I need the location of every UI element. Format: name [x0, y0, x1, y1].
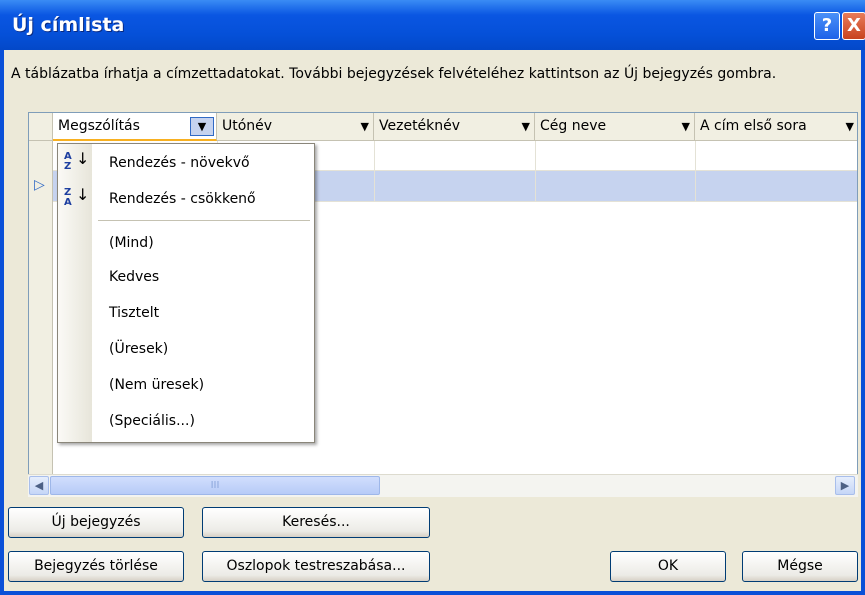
filter-dropdown-menu: AZ ↓ Rendezés - növekvő ZA ↓ Rendezés - … [57, 143, 315, 443]
help-button[interactable]: ? [814, 12, 840, 40]
column-header-address-line-1[interactable]: A cím első sora ▼ [695, 113, 857, 141]
customize-columns-button[interactable]: Oszlopok testreszabása... [202, 551, 430, 582]
scroll-left-icon[interactable]: ◀ [29, 476, 49, 495]
column-divider [695, 141, 696, 201]
row-selector-column [29, 141, 53, 496]
menu-separator [98, 220, 310, 221]
ok-button[interactable]: OK [610, 551, 726, 582]
menu-item-all[interactable]: (Mind) [58, 226, 314, 260]
dropdown-arrow-icon[interactable]: ▼ [522, 113, 530, 140]
search-button[interactable]: Keresés... [202, 507, 430, 538]
corner-header [29, 113, 53, 141]
delete-entry-button[interactable]: Bejegyzés törlése [8, 551, 184, 582]
dropdown-arrow-icon[interactable]: ▼ [190, 117, 214, 136]
column-header-company[interactable]: Cég neve ▼ [535, 113, 695, 141]
column-header-first-name[interactable]: Utónév ▼ [217, 113, 374, 141]
menu-item-sort-descending[interactable]: ZA ↓ Rendezés - csökkenő [58, 182, 314, 216]
column-header-label: Megszólítás [58, 118, 140, 134]
menu-item-label: Rendezés - csökkenő [109, 191, 256, 207]
dropdown-arrow-icon[interactable]: ▼ [846, 113, 854, 140]
instruction-text: A táblázatba írhatja a címzettadatokat. … [11, 66, 777, 82]
title-bar[interactable]: Új címlista ? X [0, 0, 865, 50]
menu-item-respected[interactable]: Tisztelt [58, 296, 314, 330]
current-row-icon: ▷ [34, 177, 45, 193]
dropdown-arrow-icon[interactable]: ▼ [361, 113, 369, 140]
sort-ascending-icon: AZ ↓ [64, 149, 90, 172]
new-entry-button[interactable]: Új bejegyzés [8, 507, 184, 538]
sort-descending-icon: ZA ↓ [64, 185, 90, 208]
dropdown-arrow-icon[interactable]: ▼ [682, 113, 690, 140]
column-divider [374, 141, 375, 201]
column-header-last-name[interactable]: Vezetéknév ▼ [374, 113, 535, 141]
column-header-label: Vezetéknév [379, 118, 461, 134]
cancel-button[interactable]: Mégse [742, 551, 858, 582]
menu-item-dear[interactable]: Kedves [58, 260, 314, 294]
column-header-label: Utónév [222, 118, 273, 134]
scroll-grip-icon: III [210, 480, 220, 491]
column-header-label: A cím első sora [700, 118, 807, 134]
menu-item-non-blanks[interactable]: (Nem üresek) [58, 368, 314, 402]
column-divider [535, 141, 536, 201]
menu-item-blanks[interactable]: (Üresek) [58, 332, 314, 366]
menu-item-label: Rendezés - növekvő [109, 155, 250, 171]
horizontal-scrollbar[interactable]: ◀ III ▶ [28, 474, 858, 497]
window-title: Új címlista [12, 14, 125, 36]
close-button[interactable]: X [842, 12, 865, 40]
column-header-salutation[interactable]: Megszólítás ▼ [53, 113, 217, 141]
column-header-label: Cég neve [540, 118, 607, 134]
scroll-right-icon[interactable]: ▶ [835, 476, 855, 495]
menu-item-sort-ascending[interactable]: AZ ↓ Rendezés - növekvő [58, 146, 314, 180]
scroll-thumb[interactable]: III [50, 476, 380, 495]
menu-item-advanced[interactable]: (Speciális...) [58, 404, 314, 438]
